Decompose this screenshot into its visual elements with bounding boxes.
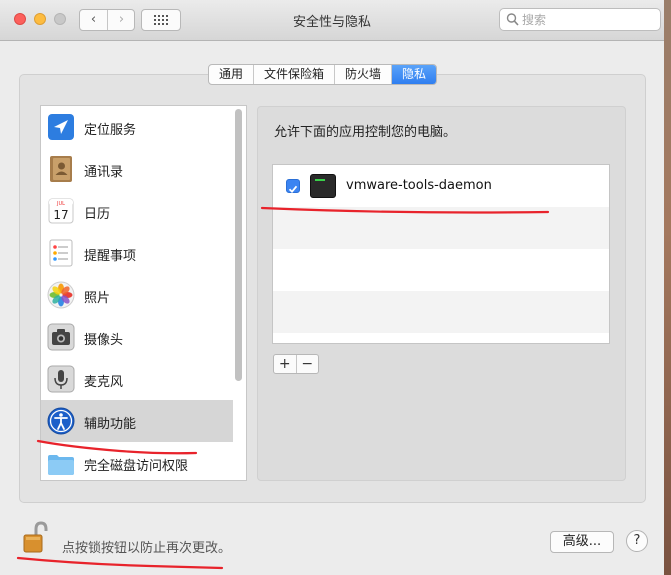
add-app-button[interactable]: + bbox=[274, 355, 297, 373]
app-name: vmware-tools-daemon bbox=[346, 178, 492, 193]
tab-bar: 通用 文件保险箱 防火墙 隐私 bbox=[208, 64, 438, 85]
calendar-month: JUL bbox=[56, 201, 65, 207]
sidebar-item-label: 通讯录 bbox=[84, 165, 124, 180]
tab-firewall[interactable]: 防火墙 bbox=[335, 65, 393, 84]
sidebar-item-reminders[interactable]: 提醒事项 bbox=[41, 232, 233, 274]
list-item-empty bbox=[273, 291, 609, 333]
sidebar-item-label: 提醒事项 bbox=[84, 249, 137, 264]
app-list: vmware-tools-daemon bbox=[272, 164, 610, 344]
search-icon bbox=[506, 13, 519, 26]
sidebar-item-camera[interactable]: 摄像头 bbox=[41, 316, 233, 358]
checkmark-icon bbox=[288, 185, 298, 194]
microphone-icon bbox=[47, 365, 75, 393]
sidebar-item-label: 摄像头 bbox=[84, 333, 124, 348]
lock-hint: 点按锁按钮以防止再次更改。 bbox=[62, 541, 232, 556]
terminal-icon bbox=[310, 174, 336, 198]
list-item-empty bbox=[273, 207, 609, 249]
sidebar-item-label: 辅助功能 bbox=[84, 417, 137, 432]
tab-general[interactable]: 通用 bbox=[209, 65, 255, 84]
advanced-button[interactable]: 高级... bbox=[550, 531, 614, 553]
desktop-background bbox=[663, 0, 671, 575]
photos-icon bbox=[47, 281, 75, 309]
camera-icon bbox=[47, 323, 75, 351]
panel-instruction: 允许下面的应用控制您的电脑。 bbox=[274, 125, 457, 140]
add-remove-control: + − bbox=[273, 354, 319, 374]
sidebar-item-calendar[interactable]: JUL 17 日历 bbox=[41, 190, 233, 232]
sidebar-item-microphone[interactable]: 麦克风 bbox=[41, 358, 233, 400]
list-item-empty bbox=[273, 249, 609, 291]
sidebar-item-contacts[interactable]: 通讯录 bbox=[41, 148, 233, 190]
sidebar-item-location[interactable]: 定位服务 bbox=[41, 106, 233, 148]
unlocked-padlock-icon[interactable] bbox=[22, 521, 48, 555]
app-enabled-checkbox[interactable] bbox=[286, 179, 300, 194]
help-button[interactable]: ? bbox=[626, 530, 648, 552]
preferences-window: ‹ › 安全性与隐私 通用 文件保险箱 防火墙 隐私 bbox=[0, 0, 664, 575]
search-input[interactable] bbox=[522, 11, 652, 28]
privacy-category-list: 定位服务 通讯录 JUL 17 日历 提醒事项 照片 摄像头 麦克风 辅助功能 … bbox=[40, 105, 247, 481]
sidebar-item-label: 定位服务 bbox=[84, 123, 137, 138]
location-icon bbox=[48, 114, 74, 140]
sidebar-item-label: 麦克风 bbox=[84, 375, 124, 390]
remove-app-button[interactable]: − bbox=[297, 355, 319, 373]
sidebar-item-label: 照片 bbox=[84, 291, 111, 306]
tab-privacy[interactable]: 隐私 bbox=[392, 65, 437, 84]
sidebar-item-label: 完全磁盘访问权限 bbox=[84, 459, 189, 474]
sidebar-item-full-disk-access[interactable]: 完全磁盘访问权限 bbox=[41, 442, 233, 480]
search-field[interactable] bbox=[499, 8, 661, 31]
tab-filevault[interactable]: 文件保险箱 bbox=[254, 65, 336, 84]
title-bar: ‹ › 安全性与隐私 bbox=[0, 0, 664, 41]
folder-icon bbox=[48, 455, 74, 475]
list-item[interactable]: vmware-tools-daemon bbox=[273, 165, 609, 207]
sidebar-item-accessibility[interactable]: 辅助功能 bbox=[41, 400, 233, 442]
sidebar-item-label: 日历 bbox=[84, 207, 111, 222]
calendar-day: 17 bbox=[53, 208, 68, 222]
reminders-icon bbox=[49, 239, 73, 267]
accessibility-icon bbox=[47, 407, 75, 435]
sidebar-scrollbar[interactable] bbox=[235, 109, 242, 381]
annotation-underline-lock bbox=[16, 556, 224, 570]
calendar-icon: JUL 17 bbox=[48, 198, 74, 224]
contacts-icon bbox=[50, 156, 72, 182]
sidebar-item-photos[interactable]: 照片 bbox=[41, 274, 233, 316]
